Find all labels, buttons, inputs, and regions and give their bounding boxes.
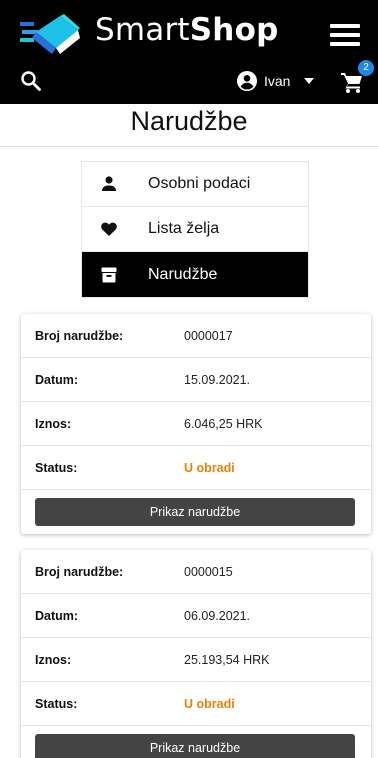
caret-down-icon xyxy=(304,78,315,84)
user-name: Ivan xyxy=(264,73,291,89)
account-circle-icon xyxy=(237,71,257,91)
order-amount-label: Iznos: xyxy=(35,652,72,667)
order-card: Broj narudžbe: 0000017 Datum: 15.09.2021… xyxy=(21,314,371,534)
menu-item-personal-data[interactable]: Osobni podaci xyxy=(82,162,308,207)
order-card: Broj narudžbe: 0000015 Datum: 06.09.2021… xyxy=(21,550,371,758)
order-number-label: Broj narudžbe: xyxy=(35,328,124,343)
brand-title[interactable]: SmartShop xyxy=(95,12,278,48)
order-amount-value: 25.193,54 HRK xyxy=(184,652,270,667)
order-date-row: Datum: 15.09.2021. xyxy=(21,358,371,402)
order-amount-value: 6.046,25 HRK xyxy=(184,416,263,431)
profile-menu: Osobni podaci Lista želja Narudžbe xyxy=(81,161,309,298)
title-divider xyxy=(0,146,378,147)
order-amount-label: Iznos: xyxy=(35,416,72,431)
person-icon xyxy=(102,176,116,191)
order-date-value: 06.09.2021. xyxy=(184,608,251,623)
order-status-value: U obradi xyxy=(184,696,235,711)
menu-item-label: Osobni podaci xyxy=(148,175,251,192)
view-order-button[interactable]: Prikaz narudžbe xyxy=(35,498,355,526)
menu-item-label: Narudžbe xyxy=(148,265,218,283)
search-icon[interactable] xyxy=(20,70,42,92)
archive-icon xyxy=(101,267,117,282)
order-status-label: Status: xyxy=(35,460,78,475)
order-date-label: Datum: xyxy=(35,608,79,623)
heart-icon xyxy=(101,222,117,236)
menu-item-orders[interactable]: Narudžbe xyxy=(82,252,308,297)
top-header: SmartShop Ivan 2 xyxy=(0,0,378,104)
order-status-label: Status: xyxy=(35,696,78,711)
order-number-value: 0000017 xyxy=(184,328,233,343)
order-number-value: 0000015 xyxy=(184,564,233,579)
order-status-row: Status: U obradi xyxy=(21,682,371,726)
view-order-button[interactable]: Prikaz narudžbe xyxy=(35,734,355,758)
order-date-label: Datum: xyxy=(35,372,79,387)
order-status-value: U obradi xyxy=(184,460,235,475)
smartshop-logo-icon[interactable] xyxy=(20,12,86,54)
order-date-value: 15.09.2021. xyxy=(184,372,251,387)
order-number-label: Broj narudžbe: xyxy=(35,564,124,579)
order-date-row: Datum: 06.09.2021. xyxy=(21,594,371,638)
hamburger-menu-icon[interactable] xyxy=(330,24,360,48)
order-number-row: Broj narudžbe: 0000015 xyxy=(21,550,371,594)
user-menu[interactable]: Ivan xyxy=(236,68,315,94)
order-number-row: Broj narudžbe: 0000017 xyxy=(21,314,371,358)
order-amount-row: Iznos: 6.046,25 HRK xyxy=(21,402,371,446)
menu-item-label: Lista želja xyxy=(148,220,220,237)
cart-count-badge: 2 xyxy=(358,60,374,76)
order-status-row: Status: U obradi xyxy=(21,446,371,490)
order-amount-row: Iznos: 25.193,54 HRK xyxy=(21,638,371,682)
menu-item-wishlist[interactable]: Lista želja xyxy=(82,207,308,252)
page-title: Narudžbe xyxy=(130,106,248,136)
